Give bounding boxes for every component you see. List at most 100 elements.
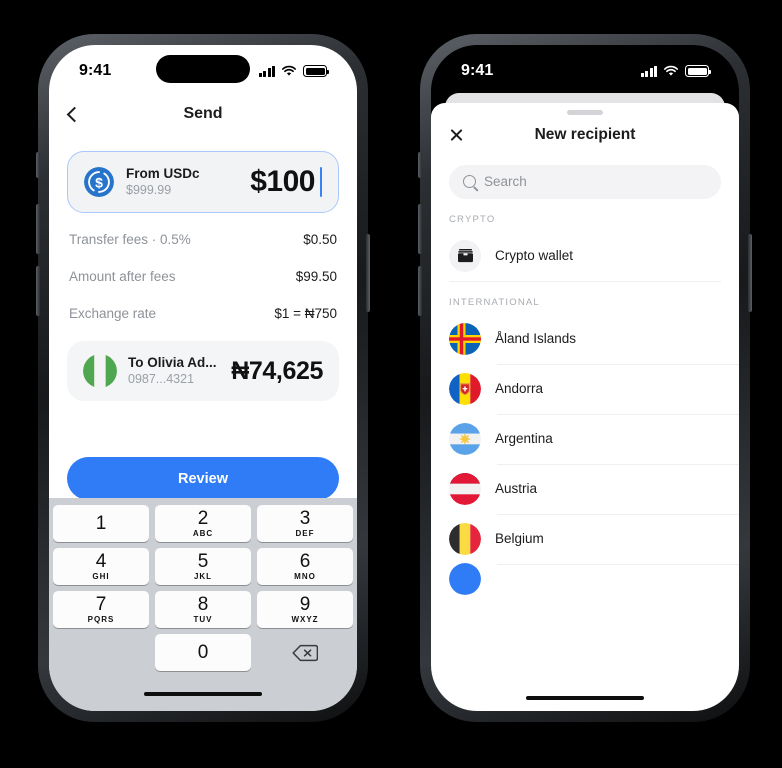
screenshot-stage: 9:41 Send $ From USDc $999.99 $100 Trans… (0, 0, 782, 768)
list-item-label: Andorra (495, 381, 544, 396)
key-letters: TUV (193, 615, 213, 624)
key-number: 8 (197, 594, 209, 615)
usdc-coin-icon: $ (84, 167, 114, 197)
mute-switch[interactable] (36, 152, 40, 178)
key-0[interactable]: 0 (155, 634, 251, 671)
send-screen: 9:41 Send $ From USDc $999.99 $100 Trans… (49, 45, 357, 711)
key-1[interactable]: 1 (53, 505, 149, 542)
numeric-keypad: 1 2 ABC 3 DEF 4 GHI 5 JKL 6 MNO 7 PQRS 8… (49, 498, 357, 711)
close-x-icon[interactable] (449, 127, 464, 142)
keypad-row: 1 2 ABC 3 DEF (53, 505, 353, 542)
list-item-label: Åland Islands (495, 331, 577, 346)
aland-islands-flag-icon (449, 322, 481, 355)
sheet-navbar: New recipient (431, 115, 739, 155)
andorra-flag-icon (449, 372, 481, 405)
search-field[interactable] (449, 164, 721, 199)
key-number: 9 (299, 594, 311, 615)
review-button[interactable]: Review (67, 457, 339, 500)
sheet-title: New recipient (534, 125, 636, 143)
key-number: 7 (95, 594, 107, 615)
source-balance: $999.99 (126, 183, 172, 198)
key-number: 0 (197, 642, 209, 663)
cellular-bars-icon (640, 65, 657, 77)
amount-card[interactable]: $ From USDc $999.99 $100 (67, 151, 339, 213)
recipient-card[interactable]: To Olivia Ad... 0987...4321 ₦74,625 (67, 341, 339, 401)
status-bar-recipient: 9:41 (431, 45, 739, 97)
text-caret (320, 167, 322, 197)
amount-value: $100 (250, 165, 315, 198)
battery-icon (685, 65, 712, 77)
review-button-wrap: Review (49, 457, 357, 500)
list-item-andorra[interactable]: Andorra (449, 363, 739, 414)
list-item-crypto-wallet[interactable]: Crypto wallet (449, 231, 721, 281)
volume-up-button[interactable] (418, 204, 422, 254)
key-letters: DEF (295, 529, 315, 538)
volume-up-button[interactable] (36, 204, 40, 254)
list-item-next-partial[interactable] (449, 562, 739, 595)
mute-switch[interactable] (418, 152, 422, 178)
key-6[interactable]: 6 MNO (257, 548, 353, 585)
key-3[interactable]: 3 DEF (257, 505, 353, 542)
list-item-belgium[interactable]: Belgium (449, 513, 739, 564)
key-letters: PQRS (87, 615, 115, 624)
volume-down-button[interactable] (418, 266, 422, 316)
amount-input[interactable]: $100 (250, 165, 322, 199)
delete-backspace-icon (292, 644, 318, 661)
fee-label: Transfer fees · 0.5% (69, 232, 191, 247)
search-icon (463, 175, 476, 188)
power-button[interactable] (366, 234, 370, 312)
section-heading-international: INTERNATIONAL (449, 280, 721, 314)
wifi-icon (282, 65, 296, 76)
power-button[interactable] (748, 234, 752, 312)
fee-label: Exchange rate (69, 306, 157, 321)
fee-row-exchange-rate: Exchange rate $1 = ₦750 (67, 295, 339, 332)
phone-send: 9:41 Send $ From USDc $999.99 $100 Trans… (36, 34, 370, 722)
key-letters: ABC (192, 529, 214, 538)
status-icons (640, 65, 712, 77)
wifi-icon (664, 65, 678, 76)
key-letters: WXYZ (291, 615, 319, 624)
new-recipient-screen: 9:41 New recipient Search CRYPTO Crypto … (431, 45, 739, 711)
list-item-austria[interactable]: Austria (449, 463, 739, 514)
list-item-argentina[interactable]: Argentina (449, 413, 739, 464)
keypad-row: 7 PQRS 8 TUV 9 WXYZ (53, 591, 353, 628)
recipient-list[interactable]: CRYPTO Crypto wallet INTERNATIONAL Åland… (431, 199, 739, 712)
cellular-bars-icon (258, 65, 275, 77)
fee-label: Amount after fees (69, 269, 176, 284)
phone-new-recipient: 9:41 New recipient Search CRYPTO Crypto … (418, 34, 752, 722)
key-2[interactable]: 2 ABC (155, 505, 251, 542)
svg-text:$: $ (95, 175, 103, 191)
send-navbar: Send (49, 97, 357, 131)
fee-row-after-fees: Amount after fees $99.50 (67, 258, 339, 295)
key-number: 3 (299, 508, 311, 529)
key-7[interactable]: 7 PQRS (53, 591, 149, 628)
key-number: 6 (299, 551, 311, 572)
keypad-row: 0 (53, 634, 353, 671)
key-letters: MNO (294, 572, 316, 581)
key-5[interactable]: 5 JKL (155, 548, 251, 585)
fee-value: $99.50 (295, 269, 337, 284)
search-input[interactable] (484, 174, 707, 189)
key-number: 2 (197, 508, 209, 529)
recipient-name: To Olivia Ad... (128, 355, 217, 371)
fee-value: $0.50 (303, 232, 337, 247)
key-8[interactable]: 8 TUV (155, 591, 251, 628)
fee-row-transfer: Transfer fees · 0.5% $0.50 (67, 221, 339, 258)
key-letters: JKL (193, 572, 213, 581)
partial-flag-icon (449, 562, 481, 595)
status-icons (258, 65, 330, 77)
nigeria-flag-icon (83, 354, 117, 388)
list-item-aland-islands[interactable]: Åland Islands (449, 314, 721, 364)
key-number: 4 (95, 551, 107, 572)
belgium-flag-icon (449, 522, 481, 555)
key-4[interactable]: 4 GHI (53, 548, 149, 585)
page-title: Send (183, 105, 223, 122)
volume-down-button[interactable] (36, 266, 40, 316)
list-item-label: Argentina (495, 431, 553, 446)
send-body: $ From USDc $999.99 $100 Transfer fees ·… (49, 131, 357, 401)
key-9[interactable]: 9 WXYZ (257, 591, 353, 628)
amount-card-texts: From USDc $999.99 (126, 166, 200, 198)
recipient-texts: To Olivia Ad... 0987...4321 (128, 355, 217, 387)
key-delete[interactable] (257, 634, 353, 671)
dynamic-island (538, 55, 632, 83)
